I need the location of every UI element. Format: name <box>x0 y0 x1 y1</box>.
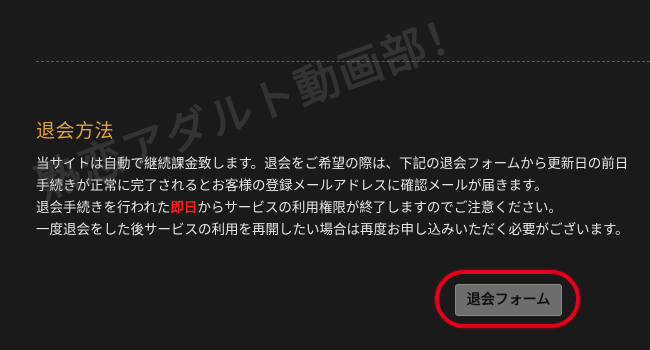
button-highlight-ring: 退会フォーム <box>435 270 580 328</box>
same-day-emphasis: 即日 <box>170 200 198 216</box>
body-line-3: 退会手続きを行われた即日からサービスの利用権限が終了しますのでご注意ください。 <box>36 197 650 219</box>
body-line-3-before: 退会手続きを行われた <box>36 200 171 216</box>
section-title: 退会方法 <box>36 120 115 142</box>
body-line-2: 手続きが正常に完了されるとお客様の登録メールアドレスに確認メールが届きます。 <box>36 178 548 194</box>
body-line-4: 一度退会をした後サービスの利用を再開したい場合は再度お申し込みいただく必要がござ… <box>36 222 629 238</box>
section-body: 当サイトは自動で継続課金致します。退会をご希望の際は、下記の退会フォームから更新… <box>36 153 650 241</box>
withdrawal-form-button[interactable]: 退会フォーム <box>455 284 562 316</box>
withdrawal-section: 退会方法 当サイトは自動で継続課金致します。退会をご希望の際は、下記の退会フォー… <box>36 118 650 241</box>
body-line-3-after: からサービスの利用権限が終了しますのでご注意ください。 <box>197 200 562 216</box>
top-blank-area <box>0 0 650 64</box>
body-line-1: 当サイトは自動で継続課金致します。退会をご希望の際は、下記の退会フォームから更新… <box>36 156 629 172</box>
dashed-divider <box>36 61 650 62</box>
